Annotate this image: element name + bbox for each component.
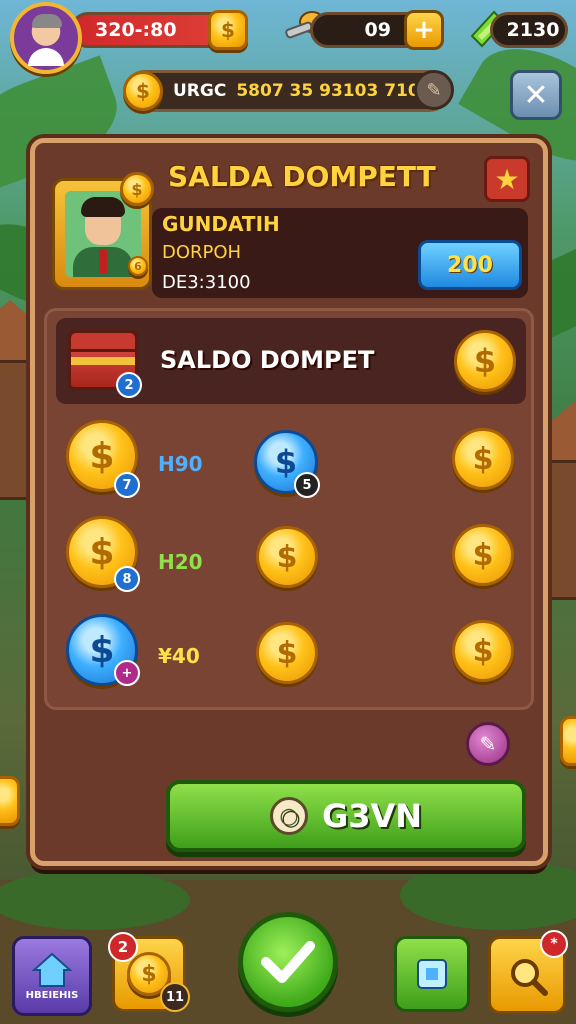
search-icon: ○ (269, 797, 308, 835)
profile-value-button[interactable]: 200 (418, 240, 522, 290)
section-title: SALDO DOMPET (160, 346, 375, 374)
middle-value: 09 (364, 19, 391, 41)
house-icon (32, 952, 72, 987)
close-icon: ✕ (523, 77, 549, 113)
row3-right-coin[interactable]: $ (452, 620, 514, 682)
gem-value: 2130 (506, 19, 560, 41)
row2-amount: H20 (158, 550, 203, 574)
gem-bar: 2130 (490, 12, 568, 48)
profile-sub: DORPOH (162, 242, 242, 263)
gold-coin-icon[interactable]: $ (208, 10, 248, 50)
inventory-button[interactable] (394, 936, 470, 1012)
main-action-label: G3VN (321, 797, 423, 835)
profile-badge: 6 (128, 256, 148, 276)
currency-value: 5807 35 93103 710 (236, 81, 420, 101)
row3-mid-coin[interactable]: $ (256, 622, 318, 684)
inventory-icon (417, 959, 447, 989)
confirm-button[interactable] (238, 912, 338, 1012)
coins-notify-badge: 2 (108, 932, 138, 962)
edit-button[interactable]: ✎ (466, 722, 510, 766)
row2-mid-coin[interactable]: $ (256, 526, 318, 588)
health-value: 320-:80 (95, 19, 177, 41)
currency-prefix: URGC (173, 81, 227, 101)
row3-left-badge: + (114, 660, 140, 686)
checkmark-icon (261, 941, 315, 983)
row1-amount: H90 (158, 452, 203, 476)
profile-id: DE3:3100 (162, 272, 251, 293)
row1-mid-badge: 5 (294, 472, 320, 498)
close-button[interactable]: ✕ (510, 70, 562, 120)
row1-right-coin[interactable]: $ (452, 428, 514, 490)
row2-right-coin[interactable]: $ (452, 524, 514, 586)
add-resource-button[interactable]: + (404, 10, 444, 50)
magnifier-icon (511, 959, 548, 996)
row1-left-badge: 7 (114, 472, 140, 498)
header-coin-button[interactable]: $ (454, 330, 516, 392)
pen-icon: ✎ (479, 732, 497, 756)
shop-label: HBEIEHIS (25, 989, 79, 1001)
row2-left-badge: 8 (114, 566, 140, 592)
dollar-coin-icon: $ (123, 71, 163, 111)
main-action-button[interactable]: ○ G3VN (166, 780, 526, 852)
search-notify-badge: * (540, 930, 568, 958)
panel-title: SALDA DOMPETT (168, 160, 436, 193)
pin-icon[interactable]: ✎ (414, 70, 454, 110)
currency-bar: $ URGC 5807 35 93103 710 (123, 70, 450, 112)
player-avatar[interactable] (10, 2, 82, 74)
profile-coin-icon: $ (120, 172, 154, 206)
favorite-button[interactable]: ★ (484, 156, 530, 202)
profile-name: GUNDATIH (162, 212, 280, 236)
star-icon: ★ (494, 162, 520, 196)
chest-badge: 2 (116, 372, 142, 398)
row3-amount: ¥40 (158, 644, 200, 668)
shop-button[interactable]: HBEIEHIS (12, 936, 92, 1016)
coins-count-badge: 11 (160, 982, 190, 1012)
